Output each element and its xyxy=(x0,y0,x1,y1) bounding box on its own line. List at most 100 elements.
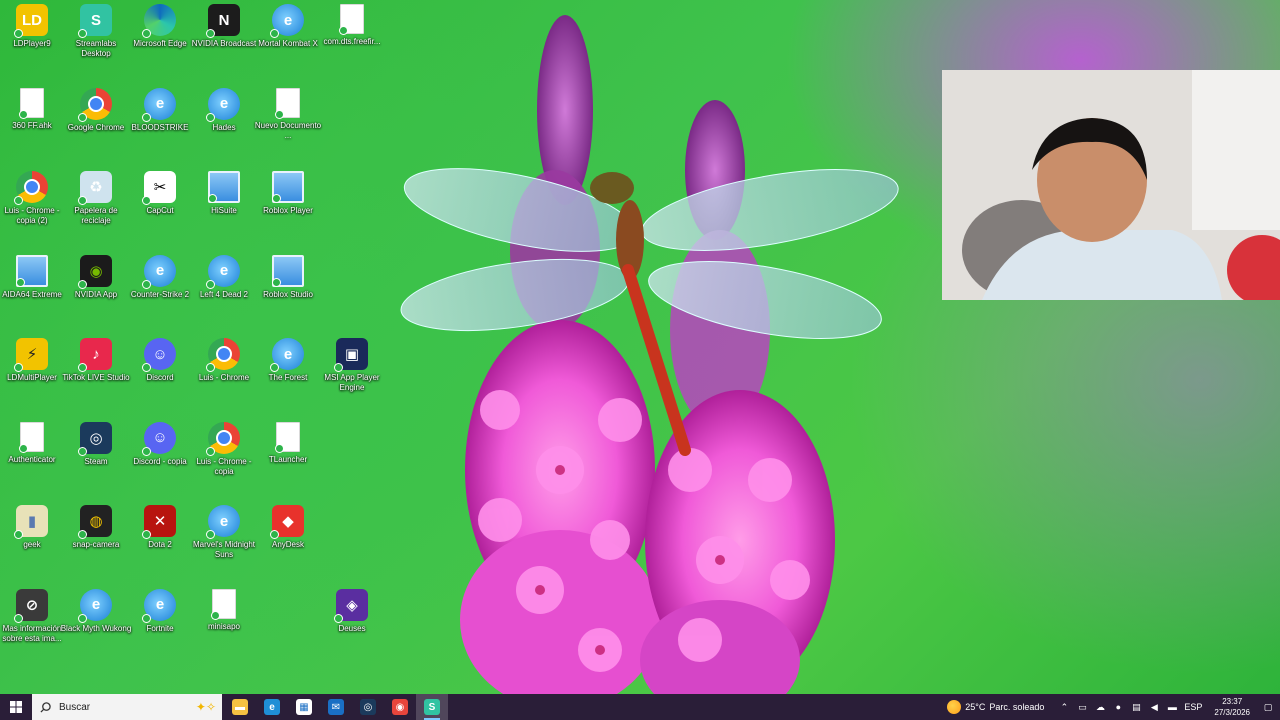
taskbar-search-box[interactable]: Buscar ✦✧ xyxy=(32,694,222,720)
desktop-icon[interactable]: ⚡ LDMultiPlayer xyxy=(0,338,64,418)
file-icon xyxy=(275,421,300,453)
language-indicator[interactable]: ESP xyxy=(1184,702,1202,712)
desktop-icon[interactable]: ☺ Discord - copia xyxy=(128,421,192,502)
desktop-icon[interactable]: e Left 4 Dead 2 xyxy=(192,254,256,335)
desktop-icon-label: Mas información sobre esta ima... xyxy=(2,623,62,643)
desktop-icon[interactable]: Google Chrome xyxy=(64,87,128,168)
speaker-icon[interactable]: ◀ xyxy=(1148,701,1160,713)
chrome-icon xyxy=(14,171,48,205)
file-icon xyxy=(339,4,364,35)
store-icon: ▦ xyxy=(296,699,312,715)
sync-check-icon xyxy=(14,530,23,539)
desktop-icon[interactable]: N NVIDIA Broadcast xyxy=(192,4,256,84)
microphone-icon[interactable]: ● xyxy=(1112,701,1124,713)
desktop-icon[interactable]: ▣ MSI App Player Engine xyxy=(320,338,384,418)
taskbar-pinned-apps: ▬ e ▦ ✉ ◎ ◉ S xyxy=(224,694,448,720)
desktop-icon[interactable]: minisapo xyxy=(192,588,256,669)
desktop-icon[interactable]: Microsoft Edge xyxy=(128,4,192,84)
desktop-icon[interactable]: AIDA64 Extreme xyxy=(0,254,64,335)
start-button[interactable] xyxy=(0,694,32,720)
taskbar-app-streamlabs[interactable]: S xyxy=(416,694,448,720)
desktop-icon[interactable]: e Marvel's Midnight Suns xyxy=(192,505,256,585)
taskbar: Buscar ✦✧ ▬ e ▦ ✉ ◎ ◉ S 25°C Parc. soleado ⌃ ▭… xyxy=(0,694,1280,720)
desktop-icon-label: LDMultiPlayer xyxy=(7,373,57,382)
desktop-icon[interactable]: ◆ AnyDesk xyxy=(256,505,320,585)
taskbar-app-steam[interactable]: ◎ xyxy=(352,694,384,720)
sync-check-icon xyxy=(211,610,220,620)
window-icon xyxy=(16,254,48,287)
sync-check-icon xyxy=(78,446,87,456)
desktop-icon[interactable]: Roblox Player xyxy=(256,171,320,251)
network-icon[interactable]: ▤ xyxy=(1130,701,1142,713)
sync-check-icon xyxy=(142,446,151,456)
search-highlight-icon: ✦✧ xyxy=(195,700,216,714)
battery-icon[interactable]: ▬ xyxy=(1166,701,1178,713)
sync-check-icon xyxy=(206,279,215,289)
desktop-icon-label: Counter-Strike 2 xyxy=(130,289,190,299)
clock[interactable]: 23:37 27/3/2026 xyxy=(1214,696,1250,718)
desktop-icon[interactable]: ✂ CapCut xyxy=(128,171,192,251)
desktop-icon[interactable]: e The Forest xyxy=(256,338,320,418)
desktop-icon[interactable]: e Fortnite xyxy=(128,588,192,669)
taskbar-app-microsoft-store[interactable]: ▦ xyxy=(288,694,320,720)
sync-check-icon xyxy=(270,29,279,38)
desktop-icon[interactable]: ▮ geek xyxy=(0,505,64,585)
taskbar-app-edge[interactable]: e xyxy=(256,694,288,720)
desktop-icon[interactable]: ◎ Steam xyxy=(64,421,128,502)
chevron-up-icon[interactable]: ⌃ xyxy=(1058,701,1070,713)
desktop-icon[interactable]: ✕ Dota 2 xyxy=(128,505,192,585)
desktop-icon[interactable]: 360 FF.ahk xyxy=(0,87,64,168)
desktop-icon[interactable]: e Hades xyxy=(192,87,256,168)
desktop-icon[interactable]: ◈ Deuses xyxy=(320,588,384,669)
desktop-icon-label: Black Myth Wukong xyxy=(60,623,132,633)
notification-icon[interactable]: ▢ xyxy=(1262,701,1274,713)
internet-explorer-icon: e xyxy=(206,505,240,539)
internet-explorer-icon: e xyxy=(142,87,176,122)
device-icon[interactable]: ▭ xyxy=(1076,701,1088,713)
desktop-icon[interactable]: ♪ TikTok LIVE Studio xyxy=(62,338,130,418)
desktop-icon[interactable]: e Black Myth Wukong xyxy=(61,588,131,669)
weather-temp: 25°C xyxy=(965,702,986,712)
desktop-icon-label: Luis - Chrome - copia xyxy=(196,456,252,476)
internet-explorer-icon: e xyxy=(206,254,240,289)
clock-date: 27/3/2026 xyxy=(1214,708,1250,717)
desktop-icon[interactable]: S Streamlabs Desktop xyxy=(64,4,128,84)
desktop-icon[interactable]: ♻ Papelera de reciclaje xyxy=(64,171,128,251)
desktop-icon-label: Authenticator xyxy=(8,454,56,464)
sync-check-icon xyxy=(78,530,87,539)
desktop-icon-label: The Forest xyxy=(268,373,308,382)
desktop-icon[interactable]: ◉ NVIDIA App xyxy=(64,254,128,335)
taskbar-app-mail[interactable]: ✉ xyxy=(320,694,352,720)
desktop-icon[interactable]: Roblox Studio xyxy=(256,254,320,335)
sync-check-icon xyxy=(78,112,87,122)
desktop-icon-label: geek xyxy=(23,540,41,549)
desktop-icon[interactable]: TLauncher xyxy=(256,421,320,502)
desktop-icon[interactable]: ⊘ Mas información sobre esta ima... xyxy=(0,588,64,669)
desktop-icon[interactable]: ◍ snap-camera xyxy=(64,505,128,585)
sync-check-icon xyxy=(270,363,279,372)
desktop-icon[interactable]: Nuevo Documento ... xyxy=(255,87,321,168)
desktop-icon[interactable]: Luis - Chrome xyxy=(192,338,256,418)
desktop-icon-label: com.dts.freefir... xyxy=(323,37,381,46)
desktop-icon[interactable]: Authenticator xyxy=(0,421,64,502)
sync-check-icon xyxy=(14,613,23,623)
desktop-icon-label: minisapo xyxy=(207,621,240,631)
sync-check-icon xyxy=(16,277,25,287)
desktop-icon-label: snap-camera xyxy=(72,540,120,549)
desktop-icon[interactable]: e BLOODSTRIKE xyxy=(128,87,192,168)
desktop-icon[interactable]: e Mortal Kombat X xyxy=(256,4,320,84)
desktop-icon[interactable]: LD LDPlayer9 xyxy=(0,4,64,84)
cloud-icon[interactable]: ☁ xyxy=(1094,701,1106,713)
sync-check-icon xyxy=(142,196,151,205)
sync-check-icon xyxy=(206,112,215,122)
desktop-icon[interactable]: com.dts.freefir... xyxy=(320,4,384,84)
desktop-icon[interactable]: Luis - Chrome - copia xyxy=(192,421,256,502)
capcut-icon: ✂ xyxy=(142,171,176,205)
desktop-icon[interactable]: e Counter-Strike 2 xyxy=(128,254,192,335)
desktop-icon[interactable]: Luis - Chrome - copia (2) xyxy=(0,171,64,251)
desktop-icon[interactable]: HiSuite xyxy=(192,171,256,251)
taskbar-app-chrome[interactable]: ◉ xyxy=(384,694,416,720)
desktop-icon[interactable]: ☺ Discord xyxy=(128,338,192,418)
weather-widget[interactable]: 25°C Parc. soleado xyxy=(947,700,1044,714)
taskbar-app-file-explorer[interactable]: ▬ xyxy=(224,694,256,720)
